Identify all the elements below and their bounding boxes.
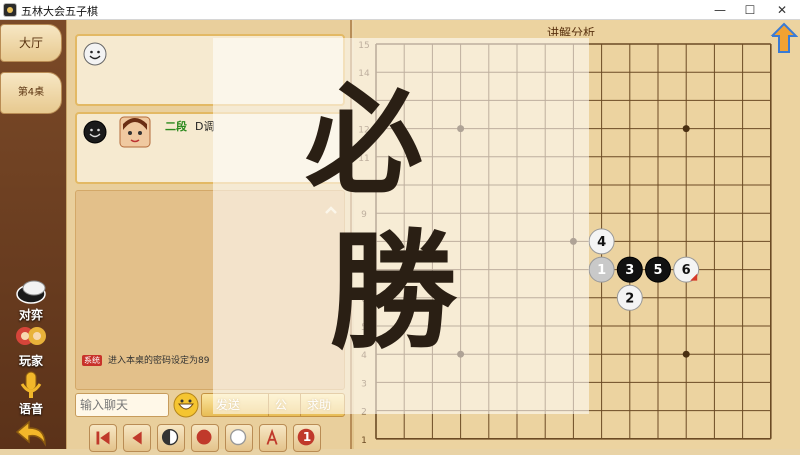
stone-number: 5 (653, 263, 662, 278)
watermark-overlay: 必 勝 (213, 38, 589, 414)
upload-arrow-icon[interactable] (770, 22, 798, 56)
half-stone-icon (161, 428, 179, 446)
stone-number: 2 (625, 291, 634, 306)
side-button-voice[interactable]: 语音 (6, 370, 56, 417)
side-button-players-label: 玩家 (18, 354, 43, 368)
first-move-button[interactable] (89, 424, 117, 452)
side-button-back[interactable] (6, 418, 56, 448)
emoji-icon[interactable] (173, 392, 199, 418)
minimize-button[interactable]: — (706, 1, 734, 19)
system-tag: 系统 (82, 355, 102, 366)
window-title: 五林大会五子棋 (21, 5, 98, 18)
row-label: 1 (361, 436, 367, 446)
stone: 4 (588, 228, 615, 255)
replay-toolbar: 1 (89, 424, 345, 454)
stone-number: 1 (597, 263, 606, 278)
black-stone-button[interactable] (191, 424, 219, 452)
stone: 6 (673, 256, 700, 283)
stone-number: 4 (597, 235, 606, 250)
mark-button[interactable] (259, 424, 287, 452)
watermark-character-1: 必 (305, 71, 424, 210)
microphone-icon (20, 371, 42, 398)
avatar[interactable] (119, 116, 151, 148)
players-icon (16, 327, 46, 345)
move-number-button[interactable]: 1 (293, 424, 321, 452)
white-stone-smiley-icon (83, 42, 107, 66)
close-button[interactable]: ✕ (768, 1, 796, 19)
step-back-icon (132, 431, 142, 445)
stone-number: 6 (682, 263, 691, 278)
half-stone-button[interactable] (157, 424, 185, 452)
app-window: 五林大会五子棋 — ☐ ✕ 大厅 第4桌 对弈 玩家 语音 二段 D调 系统 进… (0, 0, 800, 452)
letter-a-icon (266, 428, 278, 445)
stone: 1 (588, 256, 615, 283)
prev-move-button[interactable] (123, 424, 151, 452)
system-message-text: 进入本桌的密码设定为89 (108, 356, 210, 366)
side-button-game[interactable]: 对弈 (6, 276, 56, 323)
chat-input[interactable]: 输入聊天 (75, 393, 169, 417)
move-number: 1 (302, 430, 312, 444)
side-button-voice-label: 语音 (18, 402, 43, 416)
star-point (682, 350, 690, 358)
stone: 3 (616, 256, 643, 283)
white-stone-icon (229, 428, 247, 446)
watermark-character-2: 勝 (329, 217, 458, 367)
white-stone-button[interactable] (225, 424, 253, 452)
system-message: 系统 进入本桌的密码设定为89 (82, 353, 209, 366)
stone-number: 3 (625, 263, 634, 278)
skip-back-icon (96, 431, 110, 445)
back-arrow-icon (15, 420, 46, 447)
tab-table[interactable]: 第4桌 (0, 72, 62, 114)
stone: 2 (616, 284, 643, 311)
side-button-game-label: 对弈 (18, 308, 43, 322)
tab-lobby[interactable]: 大厅 (0, 24, 62, 62)
side-button-players[interactable]: 玩家 (6, 322, 56, 369)
title-bar: 五林大会五子棋 — ☐ ✕ (0, 0, 800, 20)
player2-rank: 二段 (165, 120, 187, 133)
black-stone-smiley-icon (83, 120, 107, 144)
player2-name: D调 (195, 120, 215, 133)
black-stone-icon (196, 429, 212, 445)
game-stone-icon (16, 280, 46, 304)
stone: 5 (645, 256, 671, 283)
star-point (682, 125, 690, 133)
app-logo-icon (3, 3, 17, 17)
left-sidebar: 大厅 第4桌 对弈 玩家 语音 (0, 20, 66, 449)
maximize-button[interactable]: ☐ (736, 1, 764, 19)
